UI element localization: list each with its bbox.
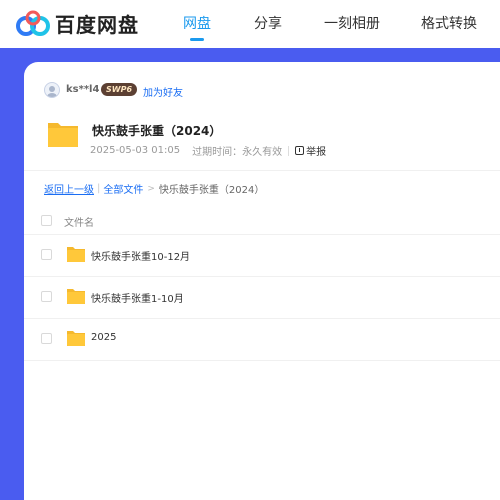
- list-item[interactable]: 快乐鼓手张重1-10月: [24, 276, 500, 318]
- nav-active-indicator: [190, 38, 204, 41]
- breadcrumb-back-link[interactable]: 返回上一级: [44, 181, 94, 196]
- list-item[interactable]: 2025: [24, 318, 500, 360]
- meta-divider: [288, 145, 290, 156]
- folder-icon: [67, 289, 85, 304]
- add-friend-link[interactable]: 加为好友: [143, 84, 183, 99]
- report-label: 举报: [306, 147, 327, 158]
- row-divider: [24, 360, 500, 361]
- avatar[interactable]: [44, 82, 60, 98]
- share-date: 2025-05-03 01:05: [90, 145, 181, 156]
- row-checkbox[interactable]: [41, 333, 52, 344]
- file-name[interactable]: 2025: [91, 332, 116, 343]
- file-name[interactable]: 快乐鼓手张重1-10月: [91, 290, 184, 305]
- brand-name[interactable]: 百度网盘: [55, 9, 139, 38]
- row-checkbox[interactable]: [41, 291, 52, 302]
- breadcrumb-all-files[interactable]: 全部文件: [103, 181, 143, 196]
- breadcrumb-current: 快乐鼓手张重（2024）: [158, 185, 265, 196]
- folder-icon: [67, 247, 85, 262]
- share-meta: 2025-05-03 01:05 过期时间：永久有效 举报: [90, 143, 326, 158]
- baidu-netdisk-logo-icon[interactable]: [15, 9, 51, 37]
- nav-tab-format-convert[interactable]: 格式转换: [421, 13, 477, 33]
- report-icon: [295, 146, 305, 155]
- column-header-filename[interactable]: 文件名: [64, 214, 94, 229]
- file-name[interactable]: 快乐鼓手张重10-12月: [91, 248, 190, 263]
- folder-icon: [67, 331, 85, 346]
- sharer-username: ks**l4: [66, 84, 100, 95]
- nav-tab-netdisk[interactable]: 网盘: [183, 13, 211, 33]
- report-button[interactable]: 举报: [295, 143, 326, 158]
- share-card: ks**l4 SWP6 加为好友 快乐鼓手张重（2024） 2025-05-03…: [24, 62, 500, 500]
- row-checkbox[interactable]: [41, 249, 52, 260]
- breadcrumb-separator: |: [97, 183, 101, 194]
- share-expiry: 过期时间：永久有效: [192, 147, 283, 158]
- select-all-checkbox[interactable]: [41, 215, 52, 226]
- nav-tab-share[interactable]: 分享: [254, 13, 282, 33]
- vip-badge: SWP6: [101, 83, 138, 96]
- breadcrumb: 返回上一级 | 全部文件 > 快乐鼓手张重（2024）: [44, 181, 264, 196]
- top-navbar: 百度网盘 网盘 分享 一刻相册 格式转换: [0, 0, 500, 48]
- share-title: 快乐鼓手张重（2024）: [92, 124, 222, 138]
- breadcrumb-arrow: >: [147, 183, 155, 194]
- header-divider: [24, 170, 500, 171]
- nav-tab-album[interactable]: 一刻相册: [324, 13, 380, 33]
- list-item[interactable]: 快乐鼓手张重10-12月: [24, 234, 500, 276]
- folder-icon: [48, 123, 78, 147]
